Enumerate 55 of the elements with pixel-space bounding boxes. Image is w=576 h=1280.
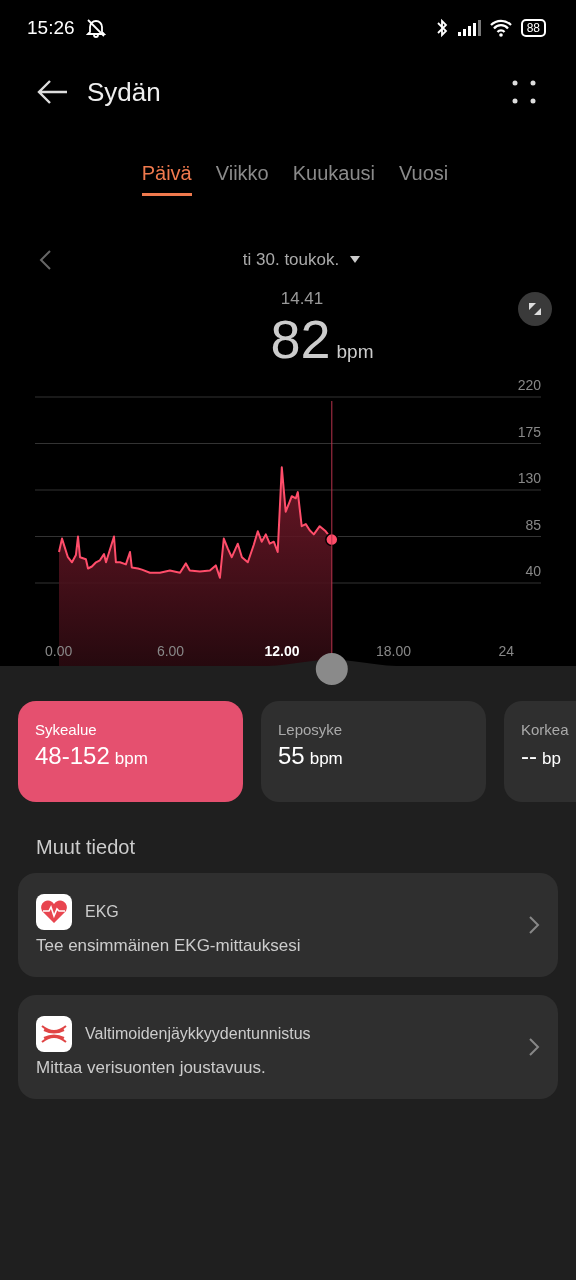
y-axis-label: 130: [517, 470, 541, 486]
y-axis-label: 40: [525, 563, 541, 579]
card-label: Leposyke: [278, 721, 344, 738]
artery-icon: [36, 1016, 72, 1052]
period-tab[interactable]: Päivä: [141, 158, 192, 196]
card-unit: bpm: [114, 749, 148, 769]
x-axis-label: 0.00: [45, 643, 73, 659]
card-unit: bp: [542, 749, 561, 769]
x-axis-label: 12.00: [264, 643, 300, 659]
card-unit: bpm: [309, 749, 343, 769]
signal-icon: [456, 20, 481, 36]
back-arrow-icon[interactable]: [37, 79, 69, 105]
chevron-right-icon: [528, 915, 540, 935]
info-item[interactable]: Valtimoidenjäykkyydentunnistus Mittaa verisuonten joustavuus.: [18, 995, 558, 1099]
more-options-icon[interactable]: [512, 80, 536, 104]
y-axis-label: 85: [525, 516, 541, 533]
fullscreen-button[interactable]: [518, 292, 552, 326]
card-value: 48-152: [35, 742, 110, 770]
heart-pulse-icon: [36, 894, 72, 930]
heart-rate-value: 82: [270, 310, 331, 368]
dropdown-caret-icon: [349, 255, 362, 265]
y-axis-label: 220: [517, 377, 541, 393]
slider-handle[interactable]: [315, 653, 348, 685]
period-tab[interactable]: Vuosi: [399, 158, 449, 196]
battery-indicator: 88: [520, 19, 546, 37]
period-tab[interactable]: Kuukausi: [292, 158, 375, 196]
summary-card[interactable]: Leposyke 55 bpm: [261, 701, 486, 802]
info-item[interactable]: EKG Tee ensimmäinen EKG-mittauksesi: [18, 873, 558, 977]
wifi-icon: [488, 19, 513, 37]
x-axis-label: 24: [498, 643, 514, 659]
item-description: Mittaa verisuonten joustavuus.: [36, 1058, 267, 1078]
section-title: Muut tiedot: [36, 836, 136, 859]
status-time: 15:26: [27, 17, 75, 39]
heart-rate-unit: bpm: [336, 341, 374, 363]
muted-bell-icon: [84, 18, 107, 38]
date-picker[interactable]: ti 30. toukok.: [236, 249, 368, 271]
previous-day-icon[interactable]: [38, 249, 52, 271]
bluetooth-icon: [434, 18, 449, 38]
item-title: EKG: [85, 903, 119, 921]
card-label: Korkea: [521, 721, 570, 738]
reading-time: 14.41: [280, 288, 324, 310]
y-axis-label: 175: [517, 423, 541, 440]
x-axis-label: 18.00: [376, 643, 411, 659]
x-axis-label: 6.00: [156, 643, 185, 659]
summary-card[interactable]: Sykealue 48-152 bpm: [18, 701, 243, 802]
card-label: Sykealue: [35, 721, 98, 738]
page-title: Sydän: [87, 76, 161, 108]
summary-card[interactable]: Korkea -- bp: [504, 701, 576, 802]
fullscreen-icon: [527, 301, 543, 317]
period-tab[interactable]: Viikko: [215, 158, 269, 196]
item-description: Tee ensimmäinen EKG-mittauksesi: [36, 936, 302, 956]
card-value: --: [521, 742, 537, 770]
item-title: Valtimoidenjäykkyydentunnistus: [85, 1025, 311, 1043]
card-value: 55: [278, 742, 305, 770]
chevron-right-icon: [528, 1037, 540, 1057]
